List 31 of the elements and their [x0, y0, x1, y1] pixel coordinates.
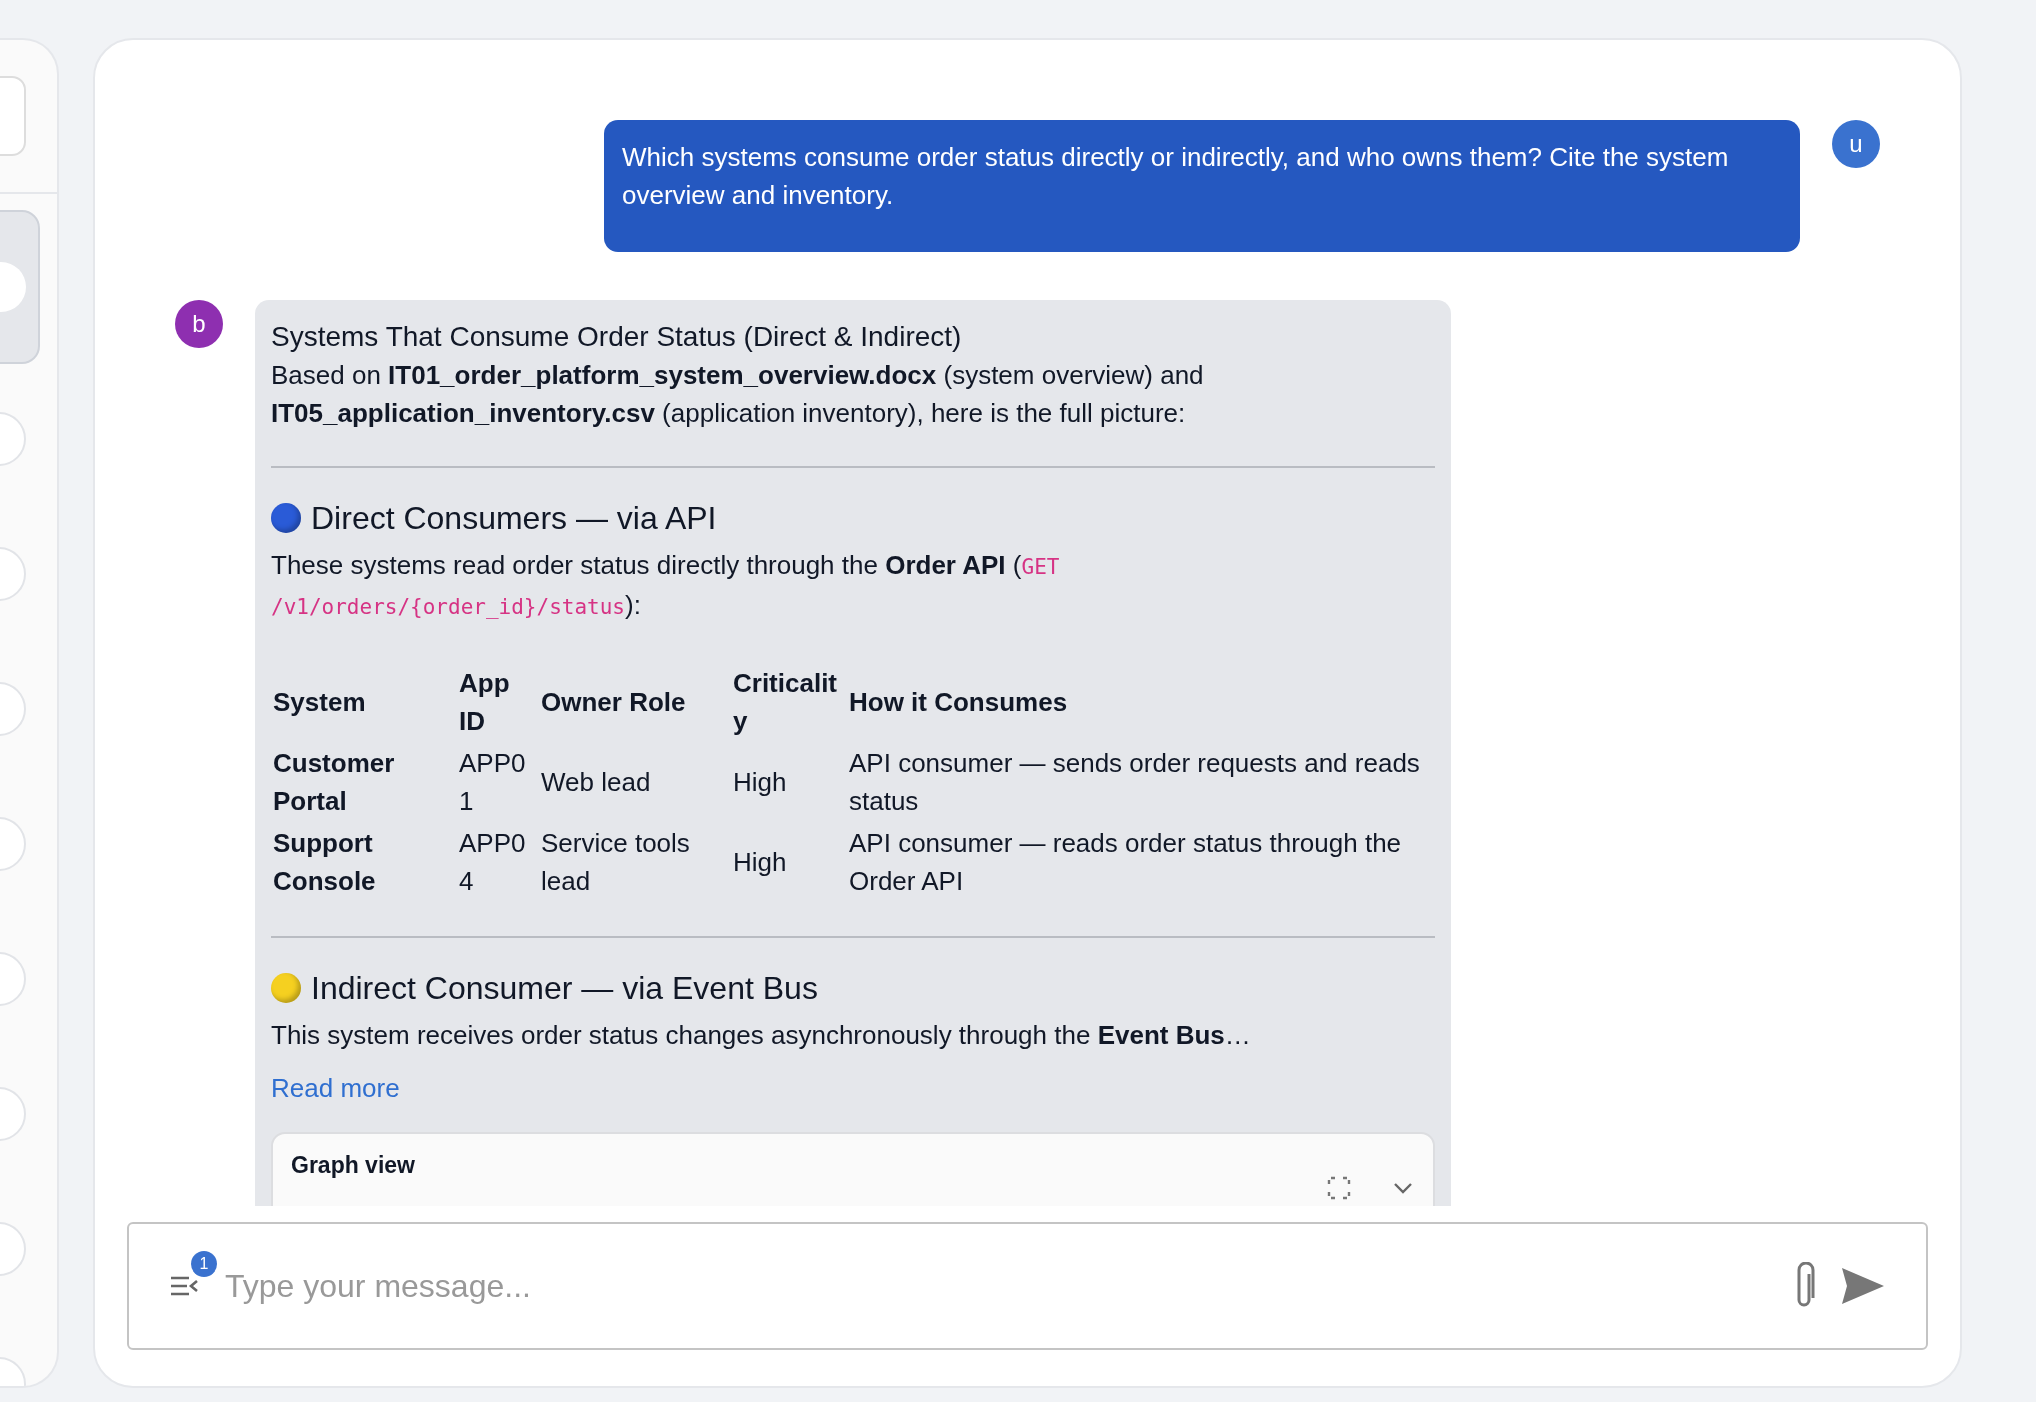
- user-message: Which systems consume order status directly or indirectly, and who owns them? Cite the system overview and inventory.: [604, 120, 1800, 252]
- table-cell-text: APP01: [458, 747, 527, 818]
- table-cell-text: APP04: [458, 827, 527, 898]
- answer-title: Systems That Consume Order Status (Direct & Indirect): [271, 320, 963, 354]
- section-heading: Direct Consumers — via API: [311, 499, 717, 538]
- section-heading: Indirect Consumer — via Event Bus: [311, 969, 818, 1008]
- table-cell-text: API consumer — reads order status through the Order API: [848, 827, 1403, 898]
- table-cell-text: Support Console: [272, 827, 377, 898]
- graph-title: Graph view: [291, 1152, 416, 1179]
- column-header: Owner Role: [540, 686, 687, 719]
- bot-avatar: b: [175, 300, 223, 348]
- message-field[interactable]: Type your message...: [223, 1266, 1770, 1306]
- paragraph: Based on IT01_order_platform_system_overview.docx (system overview) and IT05_application_inventory.csv (application inventory), here is the full picture:: [271, 359, 1205, 430]
- table-cell-text: API consumer — sends order requests and reads status: [848, 747, 1421, 818]
- column-header: App ID: [458, 667, 511, 738]
- paragraph: This system receives order status changes asynchronously through the Event Bus…: [271, 1019, 1252, 1052]
- table-cell-text: High: [732, 846, 788, 879]
- column-header: How it Consumes: [848, 686, 1069, 719]
- table-cell-text: Web lead: [540, 766, 652, 799]
- fullscreen-icon[interactable]: [1327, 1176, 1351, 1200]
- paragraph: These systems read order status directly through the Order API (GET /v1/orders/{order_id}/status):: [271, 549, 1061, 622]
- message-input[interactable]: 1 Type your message...: [127, 1222, 1928, 1350]
- table-cell-text: High: [732, 766, 788, 799]
- column-header: Criticality: [732, 667, 839, 738]
- user-avatar: u: [1832, 120, 1880, 168]
- table-cell-text: Service tools lead: [540, 827, 691, 898]
- column-header: System: [272, 686, 367, 719]
- count-badge: 1: [191, 1251, 217, 1277]
- send-icon[interactable]: [1840, 1266, 1886, 1306]
- read-more-link[interactable]: Read more: [271, 1068, 1435, 1108]
- table-cell-text: Customer Portal: [272, 747, 396, 818]
